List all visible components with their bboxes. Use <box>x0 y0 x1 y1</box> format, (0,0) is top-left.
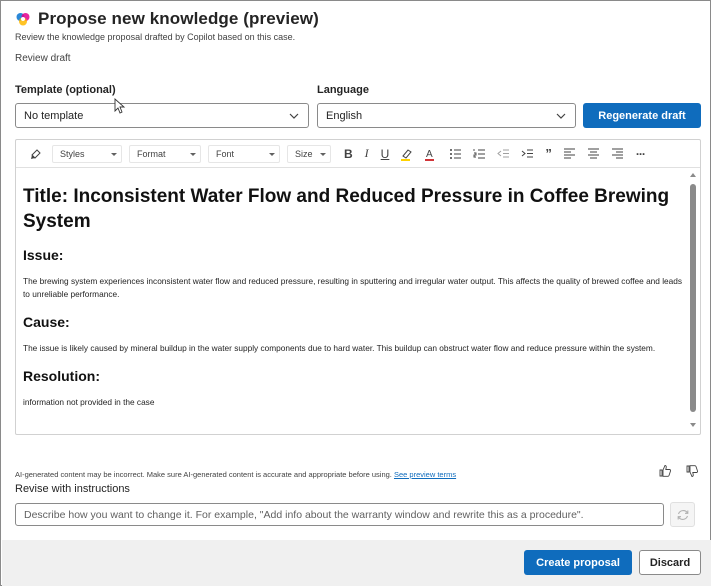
chevron-down-icon <box>556 113 566 119</box>
styles-label: Styles <box>60 148 85 159</box>
format-dropdown[interactable]: Format <box>129 144 201 163</box>
template-select[interactable]: No template <box>15 103 309 128</box>
highlight-icon[interactable] <box>400 147 414 161</box>
blockquote-button[interactable]: ” <box>545 146 552 161</box>
thumbs-down-icon[interactable] <box>685 464 699 478</box>
decrease-indent-icon[interactable] <box>496 147 510 161</box>
caret-down-icon <box>320 152 326 156</box>
ai-disclaimer: AI-generated content may be incorrect. M… <box>15 470 456 479</box>
font-label: Font <box>216 148 235 159</box>
dialog-subtitle: Review the knowledge proposal drafted by… <box>15 32 296 42</box>
size-dropdown[interactable]: Size <box>287 144 331 163</box>
align-left-icon[interactable] <box>563 147 577 161</box>
cause-text: The issue is likely caused by mineral bu… <box>23 343 656 353</box>
language-value: English <box>326 110 363 122</box>
create-proposal-button[interactable]: Create proposal <box>524 550 632 575</box>
editor-content: Title: Inconsistent Water Flow and Reduc… <box>23 184 683 409</box>
styles-dropdown[interactable]: Styles <box>52 144 122 163</box>
increase-indent-icon[interactable] <box>520 147 534 161</box>
rich-text-editor[interactable]: Styles Format Font Size B I U A ” ··· Ti… <box>15 139 701 435</box>
font-dropdown[interactable]: Font <box>208 144 280 163</box>
scroll-thumb[interactable] <box>690 184 696 412</box>
dialog-title: Propose new knowledge (preview) <box>38 9 319 28</box>
issue-heading: Issue: <box>23 247 64 263</box>
mouse-cursor-icon <box>114 98 126 114</box>
dialog-header: Propose new knowledge (preview) <box>15 9 319 29</box>
resolution-heading: Resolution: <box>23 368 100 384</box>
template-label: Template (optional) <box>15 84 116 96</box>
revise-instructions-input[interactable]: Describe how you want to change it. For … <box>15 503 664 526</box>
cause-heading: Cause: <box>23 314 70 330</box>
italic-button[interactable]: I <box>365 146 369 161</box>
size-label: Size <box>295 148 313 159</box>
preview-terms-link[interactable]: See preview terms <box>394 470 456 479</box>
align-right-icon[interactable] <box>611 147 625 161</box>
language-select[interactable]: English <box>317 103 576 128</box>
bold-button[interactable]: B <box>344 147 353 161</box>
align-center-icon[interactable] <box>587 147 601 161</box>
scroll-down-icon[interactable] <box>690 423 696 427</box>
caret-down-icon <box>111 152 117 156</box>
discard-button[interactable]: Discard <box>639 550 701 575</box>
copilot-icon <box>16 13 30 26</box>
format-label: Format <box>137 148 166 159</box>
thumbs-up-icon[interactable] <box>658 464 672 478</box>
dialog: Propose new knowledge (preview) Review t… <box>0 0 711 586</box>
refresh-icon <box>677 509 688 520</box>
scroll-up-icon[interactable] <box>690 173 696 177</box>
resolution-text: information not provided in the case <box>23 397 155 407</box>
ai-disclaimer-text: AI-generated content may be incorrect. M… <box>15 470 394 479</box>
format-painter-icon[interactable] <box>29 147 43 161</box>
caret-down-icon <box>190 152 196 156</box>
editor-toolbar: Styles Format Font Size B I U A ” ··· <box>16 140 700 168</box>
underline-button[interactable]: U <box>381 147 390 161</box>
issue-text: The brewing system experiences inconsist… <box>23 276 683 299</box>
regenerate-draft-button[interactable]: Regenerate draft <box>583 103 701 128</box>
document-title: Title: Inconsistent Water Flow and Reduc… <box>23 186 670 232</box>
template-value: No template <box>24 110 84 122</box>
bullet-list-icon[interactable] <box>448 147 462 161</box>
submit-revision-button[interactable] <box>670 502 695 527</box>
numbered-list-icon[interactable] <box>472 147 486 161</box>
language-label: Language <box>317 84 369 96</box>
revise-label: Revise with instructions <box>15 483 130 495</box>
review-draft-label: Review draft <box>15 53 71 64</box>
font-color-icon[interactable]: A <box>424 147 438 161</box>
editor-scrollbar[interactable] <box>686 168 700 434</box>
chevron-down-icon <box>289 113 299 119</box>
svg-text:A: A <box>426 149 433 160</box>
caret-down-icon <box>269 152 275 156</box>
more-options-button[interactable]: ··· <box>636 147 646 161</box>
